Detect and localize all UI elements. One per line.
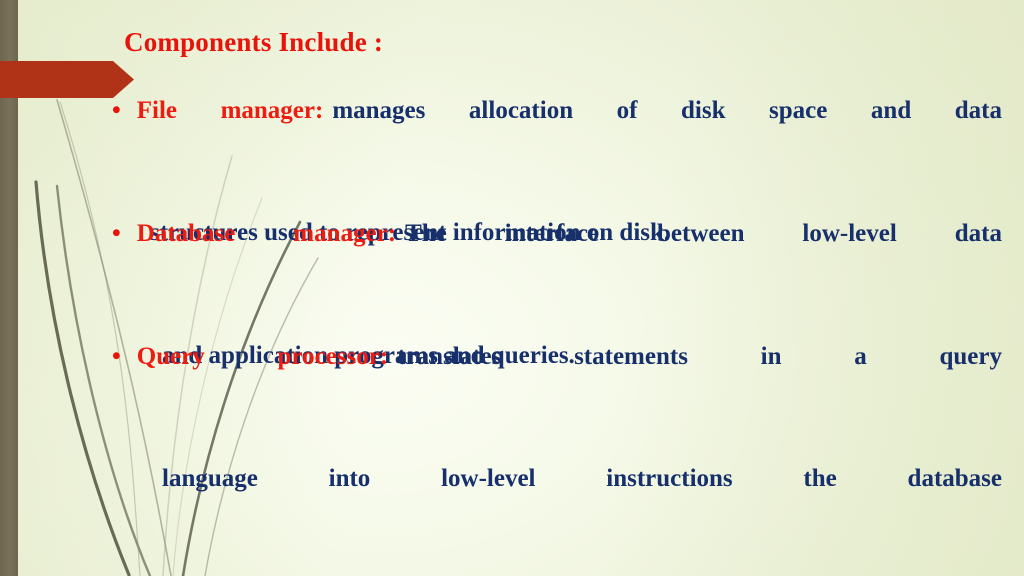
slide-content: Components Include : • File manager: manag… [0,0,1024,576]
bullet-continuation: language into low-level instructions the… [162,465,1002,492]
slide: Components Include : • File manager: manag… [0,0,1024,576]
bullet-text: The interface between low-level data [405,220,1002,247]
bullet-text: translates statements in a query [397,343,1002,370]
bullet-text: manages allocation of disk space and dat… [332,97,1002,124]
page-title: Components Include : [124,27,384,57]
bullet-term: Database manager: [136,220,397,247]
bullet-term: Query processor: [136,343,389,370]
bullet-marker: • [112,343,121,370]
bullet-marker: • [112,220,121,247]
bullet-item-query-processor: • Query processor: translates statements i… [112,326,1002,576]
bullet-marker: • [112,97,121,124]
bullet-term: File manager: [136,97,324,124]
